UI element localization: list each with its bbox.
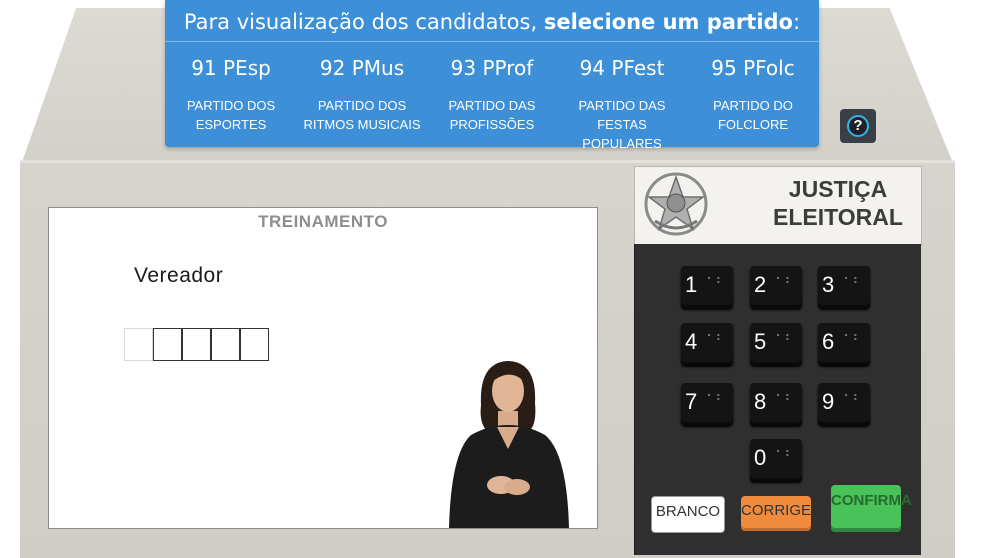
braille-dots: ⠁⠃ [706,275,725,291]
coat-of-arms-icon [644,172,708,236]
party-name-line2: ESPORTES [195,117,267,132]
key-2[interactable]: 2 ⠁⠃ [750,266,802,308]
braille-dots: ⠁⠃ [843,392,862,408]
party-95[interactable]: 95 PFolc PARTIDO DO FOLCLORE [688,56,818,134]
key-number: 8 [754,389,767,414]
banner-title-prefix: Para visualização dos candidatos, [183,10,544,34]
key-number: 0 [754,445,767,470]
party-name-line1: PARTIDO DO [713,98,793,113]
party-name: PARTIDO DAS PROFISSÕES [427,96,557,134]
braille-dots: ⠁⠃ [843,275,862,291]
party-code: 92 PMus [319,56,405,80]
braille-dots: ⠁⠃ [706,392,725,408]
correct-button[interactable]: CORRIGE [741,496,811,531]
key-number: 2 [754,272,767,297]
key-7[interactable]: 7 ⠁⠃ [681,383,733,425]
training-label: TREINAMENTO [258,212,388,231]
braille-dots: ⠁⠃ [706,332,725,348]
party-91[interactable]: 91 PEsp PARTIDO DOS ESPORTES [166,56,296,134]
banner-title: Para visualização dos candidatos, seleci… [165,10,819,34]
party-92[interactable]: 92 PMus PARTIDO DOS RITMOS MUSICAIS [297,56,427,134]
key-8[interactable]: 8 ⠁⠃ [750,383,802,425]
confirm-button[interactable]: CONFIRMA [831,485,912,532]
key-1[interactable]: 1 ⠁⠃ [681,266,733,308]
braille-dots: ⠁⠃ [843,332,862,348]
party-banner: Para visualização dos candidatos, seleci… [165,0,819,151]
key-number: 9 [822,389,835,414]
panel-title-line1: JUSTIÇA [788,176,888,202]
party-name-line2: FESTAS POPULARES [582,117,662,151]
party-code: 95 PFolc [711,56,795,80]
party-name-line2: FOLCLORE [717,117,789,132]
key-9[interactable]: 9 ⠁⠃ [818,383,870,425]
panel-title-line2: ELEITORAL [773,204,903,230]
digit-box [240,328,269,361]
braille-dots: ⠁⠃ [775,275,794,291]
panel-title: JUSTIÇA ELEITORAL [763,175,913,231]
banner-divider [165,41,819,42]
braille-dots: ⠁⠃ [775,448,794,464]
party-name: PARTIDO DOS ESPORTES [166,96,296,134]
party-name-line1: PARTIDO DOS [186,98,276,113]
key-number: 1 [685,272,698,297]
party-93[interactable]: 93 PProf PARTIDO DAS PROFISSÕES [427,56,557,134]
help-icon: ? [847,115,869,137]
banner-title-emphasis: selecione um partido [543,10,793,34]
key-number: 3 [822,272,835,297]
key-number: 4 [685,329,698,354]
blank-vote-button[interactable]: BRANCO [651,496,725,533]
help-button[interactable]: ? [840,109,876,143]
party-name-line2: PROFISSÕES [449,117,535,132]
party-code: 91 PEsp [191,56,271,80]
party-name: PARTIDO DO FOLCLORE [688,96,818,134]
digit-box [211,328,240,361]
key-5[interactable]: 5 ⠁⠃ [750,323,802,365]
party-name: PARTIDO DAS FESTAS POPULARES [557,96,687,153]
key-number: 7 [685,389,698,414]
party-code: 93 PProf [450,56,534,80]
key-4[interactable]: 4 ⠁⠃ [681,323,733,365]
party-name-line2: RITMOS MUSICAIS [303,117,421,132]
digit-box [124,328,153,361]
digit-box [153,328,182,361]
party-name-line1: PARTIDO DOS [317,98,407,113]
braille-dots: ⠁⠃ [775,392,794,408]
voting-screen: TREINAMENTO Vereador [48,207,598,529]
key-number: 5 [754,329,767,354]
key-3[interactable]: 3 ⠁⠃ [818,266,870,308]
key-0[interactable]: 0 ⠁⠃ [750,439,802,481]
braille-dots: ⠁⠃ [775,332,794,348]
digit-box [182,328,211,361]
key-number: 6 [822,329,835,354]
party-name: PARTIDO DOS RITMOS MUSICAIS [297,96,427,134]
party-name-line1: PARTIDO DAS [448,98,536,113]
banner-title-suffix: : [793,10,801,34]
party-94[interactable]: 94 PFest PARTIDO DAS FESTAS POPULARES [557,56,687,153]
party-code: 94 PFest [579,56,665,80]
sign-language-interpreter [449,361,569,528]
panel-header: JUSTIÇA ELEITORAL [634,166,922,246]
party-name-line1: PARTIDO DAS [578,98,666,113]
office-title: Vereador [134,264,224,287]
key-6[interactable]: 6 ⠁⠃ [818,323,870,365]
